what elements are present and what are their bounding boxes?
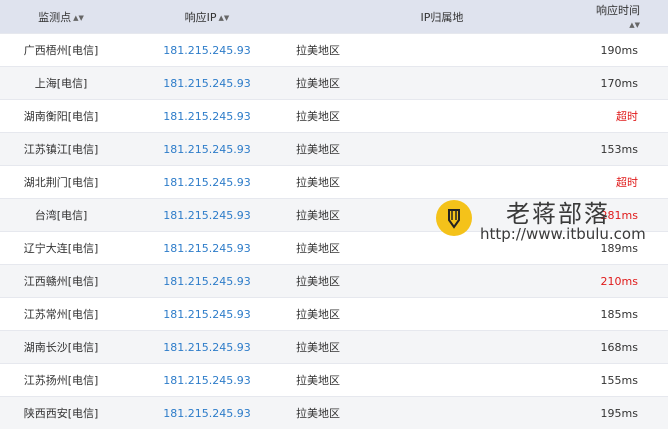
monitor-cell: 陕西西安[电信] [23,407,99,420]
response-time-cell: 153ms [600,142,638,156]
location-cell: 拉美地区 [296,308,340,321]
monitor-cell: 广西梧州[电信] [23,44,99,57]
table-header: 监测点 ▲▼ 响应IP ▲▼ IP归属地 响应时间▲▼ [0,0,668,33]
pen-icon [436,200,472,236]
table-row: 湖南长沙[电信] 181.215.245.93 拉美地区 168ms [0,330,668,363]
response-time-cell: 185ms [600,307,638,321]
response-time-cell: 超时 [616,110,638,123]
header-monitor-label: 监测点 [38,10,72,24]
watermark-title: 老蒋部落 [506,200,610,228]
header-monitor[interactable]: 监测点 ▲▼ [0,9,122,25]
ip-link[interactable]: 181.215.245.93 [122,308,292,321]
monitor-cell: 台湾[电信] [34,209,88,222]
response-time-cell: 170ms [600,76,638,90]
response-time-cell: 155ms [600,373,638,387]
monitor-cell: 湖北荆门[电信] [23,176,99,189]
watermark-url: http://www.itbulu.com [480,225,646,243]
response-time-cell: 195ms [600,406,638,420]
location-cell: 拉美地区 [296,242,340,255]
location-cell: 拉美地区 [296,341,340,354]
sort-icon[interactable]: ▲▼ [73,14,84,22]
location-cell: 拉美地区 [296,209,340,222]
monitor-cell: 江西赣州[电信] [23,275,99,288]
header-time[interactable]: 响应时间 ▲▼ [592,2,668,31]
ip-link[interactable]: 181.215.245.93 [122,341,292,354]
response-time-cell: 210ms [600,274,638,288]
response-time-cell: 超时 [616,176,638,189]
ip-link[interactable]: 181.215.245.93 [122,77,292,90]
location-cell: 拉美地区 [296,275,340,288]
monitor-cell: 辽宁大连[电信] [23,242,99,255]
ip-link[interactable]: 181.215.245.93 [122,110,292,123]
table-row: 江苏常州[电信] 181.215.245.93 拉美地区 185ms [0,297,668,330]
monitor-cell: 江苏镇江[电信] [23,143,99,156]
table-row: 上海[电信] 181.215.245.93 拉美地区 170ms [0,66,668,99]
ip-link[interactable]: 181.215.245.93 [122,407,292,420]
header-ip[interactable]: 响应IP ▲▼ [122,9,292,25]
header-location-label: IP归属地 [420,10,464,24]
monitor-cell: 湖南衡阳[电信] [23,110,99,123]
ip-link[interactable]: 181.215.245.93 [122,242,292,255]
monitor-cell: 湖南长沙[电信] [23,341,99,354]
monitor-cell: 江苏扬州[电信] [23,374,99,387]
ip-link[interactable]: 181.215.245.93 [122,44,292,57]
location-cell: 拉美地区 [296,374,340,387]
header-ip-label: 响应IP [184,10,217,24]
monitor-cell: 江苏常州[电信] [23,308,99,321]
ip-link[interactable]: 181.215.245.93 [122,275,292,288]
table-row: 江苏扬州[电信] 181.215.245.93 拉美地区 155ms [0,363,668,396]
location-cell: 拉美地区 [296,77,340,90]
location-cell: 拉美地区 [296,110,340,123]
location-cell: 拉美地区 [296,407,340,420]
location-cell: 拉美地区 [296,44,340,57]
sort-icon[interactable]: ▲▼ [219,14,230,22]
ip-link[interactable]: 181.215.245.93 [122,143,292,156]
table-row: 陕西西安[电信] 181.215.245.93 拉美地区 195ms [0,396,668,429]
sort-icon[interactable]: ▲▼ [629,21,640,29]
monitor-cell: 上海[电信] [34,77,88,90]
ip-link[interactable]: 181.215.245.93 [122,209,292,222]
response-time-cell: 190ms [600,43,638,57]
table-row: 湖南衡阳[电信] 181.215.245.93 拉美地区 超时 [0,99,668,132]
response-time-cell: 168ms [600,340,638,354]
table-row: 江苏镇江[电信] 181.215.245.93 拉美地区 153ms [0,132,668,165]
location-cell: 拉美地区 [296,143,340,156]
location-cell: 拉美地区 [296,176,340,189]
table-row: 广西梧州[电信] 181.215.245.93 拉美地区 190ms [0,33,668,66]
table-row: 江西赣州[电信] 181.215.245.93 拉美地区 210ms [0,264,668,297]
watermark: 老蒋部落 http://www.itbulu.com [436,194,656,244]
header-time-label: 响应时间 [596,4,640,17]
header-location: IP归属地 [292,9,592,25]
ip-link[interactable]: 181.215.245.93 [122,176,292,189]
ip-link[interactable]: 181.215.245.93 [122,374,292,387]
